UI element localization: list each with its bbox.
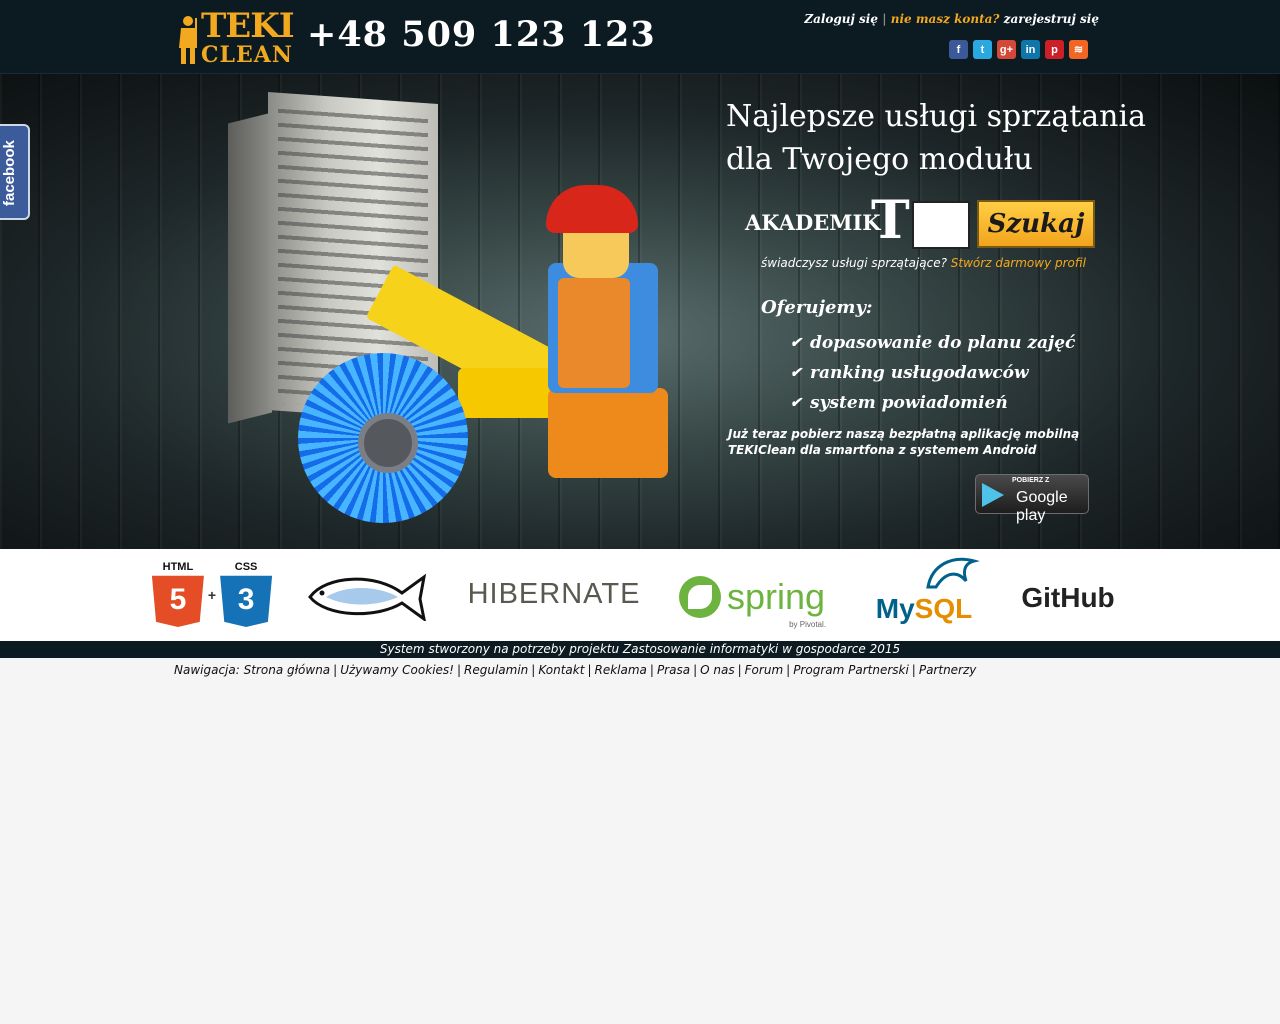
create-profile-link[interactable]: Stwórz darmowy profil [951, 256, 1086, 270]
nav-link[interactable]: O nas [700, 663, 734, 677]
social-icons: f t g+ in p ≋ [949, 40, 1088, 59]
nav-link[interactable]: Forum [745, 663, 783, 677]
footer-navigation: Nawigacja: Strona główna | Używamy Cookies… [174, 663, 976, 677]
account-links: Zaloguj się | nie masz konta? zarejestru… [804, 12, 1099, 26]
provider-question: świadczysz usługi sprzątające? [761, 256, 947, 270]
facebook-side-tab[interactable]: facebook [0, 124, 30, 220]
provider-prompt: świadczysz usługi sprzątające? Stwórz da… [761, 256, 1086, 270]
offer-text: ranking usługodawców [810, 363, 1029, 383]
nav-link[interactable]: Używamy Cookies! [340, 663, 454, 677]
site-header: TEKI CLEAN +48 509 123 123 Zaloguj się |… [0, 0, 1280, 74]
hero-illustration [228, 92, 668, 523]
teki-clean-logo[interactable]: TEKI CLEAN [175, 6, 295, 68]
nav-separator: | [456, 663, 462, 677]
offer-text: system powiadomień [810, 393, 1008, 413]
nav-separator: | [737, 663, 742, 677]
logo-text-teki: TEKI [201, 6, 295, 46]
mysql-logo: My SQL [862, 551, 986, 631]
nav-link[interactable]: Regulamin [464, 663, 528, 677]
spring-logo: spring by Pivotal. [672, 567, 832, 629]
no-account-link[interactable]: nie masz konta? [891, 12, 1000, 26]
nav-separator: | [786, 663, 791, 677]
akademik-letter: T [871, 190, 910, 251]
nav-separator: | [911, 663, 916, 677]
offer-list: ✔ dopasowanie do planu zajęć ✔ ranking usł… [790, 328, 1075, 418]
phone-number: +48 509 123 123 [307, 14, 656, 55]
spring-text: spring [726, 576, 826, 617]
check-icon: ✔ [790, 395, 802, 411]
nav-separator: | [531, 663, 536, 677]
worker-vest [558, 278, 630, 388]
akademik-label: AKADEMIK [745, 210, 881, 235]
check-icon: ✔ [790, 365, 802, 381]
mysql-sql: SQL [914, 593, 973, 624]
worker-hard-hat [546, 185, 638, 233]
footer-note: System stworzony na potrzeby projektu Za… [0, 641, 1280, 658]
nav-link[interactable]: Reklama [594, 663, 646, 677]
css-caption: CSS [234, 561, 258, 573]
html5-number: 5 [169, 583, 187, 616]
cleaner-figure-icon [179, 16, 197, 64]
hibernate-icon [450, 584, 469, 604]
list-item: ✔ dopasowanie do planu zajęć [790, 328, 1075, 358]
worker-legs [548, 388, 668, 478]
gplay-brand: Google play [1016, 489, 1068, 524]
facebook-icon[interactable]: f [949, 40, 968, 59]
linkedin-icon[interactable]: in [1021, 40, 1040, 59]
list-item: ✔ system powiadomień [790, 388, 1075, 418]
login-link[interactable]: Zaloguj się [804, 12, 878, 26]
nav-link[interactable]: Partnerzy [919, 663, 977, 677]
offer-text: dopasowanie do planu zajęć [810, 333, 1076, 353]
login-separator: | [882, 12, 887, 26]
rotating-brush-image [298, 353, 468, 523]
logo-text-clean: CLEAN [201, 42, 293, 68]
nav-link[interactable]: Program Partnerski [793, 663, 909, 677]
css3-number: 3 [237, 583, 255, 616]
github-logo: GitHub [1021, 582, 1115, 613]
mobile-app-promo: Już teraz pobierz naszą bezpłatną aplika… [728, 427, 1080, 457]
plus-sign: + [207, 587, 217, 603]
nav-separator: | [693, 663, 698, 677]
twitter-icon[interactable]: t [973, 40, 992, 59]
rss-icon[interactable]: ≋ [1069, 40, 1088, 59]
html-caption: HTML [162, 561, 194, 573]
google-play-button[interactable]: POBIERZ Z Google play [975, 474, 1089, 524]
nav-link[interactable]: Strona główna [244, 663, 331, 677]
offer-heading: Oferujemy: [761, 297, 873, 318]
register-link[interactable]: zarejestruj się [1004, 12, 1099, 26]
check-icon: ✔ [790, 335, 802, 351]
play-store-icon [982, 483, 1004, 507]
mysql-my: My [875, 593, 915, 624]
html5-css3-logo: HTML 5 + CSS 3 [151, 557, 273, 633]
dorm-number-input[interactable] [912, 201, 970, 249]
dolphin-icon [926, 557, 980, 589]
pinterest-icon[interactable]: p [1045, 40, 1064, 59]
hero-tagline: Najlepsze usługi sprzątania dla Twojego … [726, 99, 1146, 177]
technology-logos: HTML 5 + CSS 3 HIBERNATE spring by Pivot… [0, 549, 1280, 641]
hibernate-logo: HIBERNATE [450, 571, 641, 617]
glassfish-icon [308, 573, 427, 621]
search-button[interactable]: Szukaj [977, 200, 1095, 248]
gplay-caption: POBIERZ Z [1012, 477, 1050, 484]
spring-leaf-icon [678, 576, 721, 618]
google-plus-icon[interactable]: g+ [997, 40, 1016, 59]
glassfish-logo [306, 569, 428, 621]
facebook-tab-label: facebook [1, 140, 18, 206]
dormitory-building-side [228, 112, 272, 424]
nav-link[interactable]: Prasa [657, 663, 690, 677]
hibernate-text: HIBERNATE [467, 577, 641, 610]
nav-separator: | [333, 663, 338, 677]
pivotal-caption: by Pivotal. [789, 620, 826, 629]
nav-link[interactable]: Kontakt [538, 663, 584, 677]
nav-separator: | [587, 663, 592, 677]
nav-label: Nawigacja: [174, 663, 240, 677]
list-item: ✔ ranking usługodawców [790, 358, 1075, 388]
nav-separator: | [649, 663, 654, 677]
